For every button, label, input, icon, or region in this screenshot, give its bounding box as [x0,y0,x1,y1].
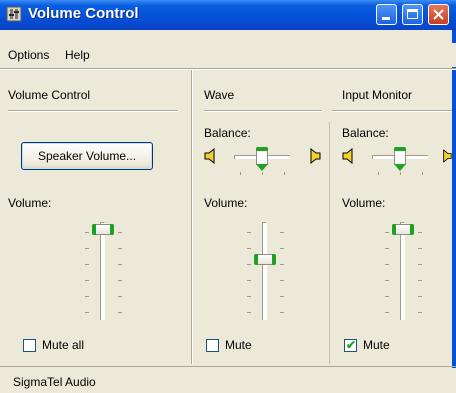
mute-all-checkbox[interactable] [23,339,36,352]
speaker-volume-button[interactable]: Speaker Volume... [21,142,153,170]
wave-mute-label: Mute [225,338,252,352]
slider-tick [385,248,389,249]
slider-tick [118,264,122,265]
input-monitor-balance-pointer [394,164,406,171]
menu-divider-highlight [0,69,456,70]
wave-panel-title: Wave [204,88,235,102]
slider-tick [280,280,284,281]
input-monitor-title-rule-highlight [332,111,452,112]
input-monitor-mute-checkbox[interactable]: ✔ [344,338,357,352]
minimize-button[interactable] [376,4,397,25]
input-monitor-balance-label: Balance: [342,126,389,140]
right-speaker-icon [443,149,452,163]
slider-tick [280,296,284,297]
wave-balance-label: Balance: [204,126,251,140]
minimize-icon [382,17,390,20]
wave-balance-pointer [256,164,268,171]
right-speaker-icon [310,148,321,164]
input-monitor-volume-thumb[interactable] [392,224,414,235]
slider-tick [400,172,401,175]
slider-tick [418,232,422,233]
mute-all-label: Mute all [42,338,85,352]
panel-divider-highlight [192,70,193,364]
channel-divider [329,122,330,364]
slider-tick [85,232,89,233]
slider-tick [247,296,251,297]
close-icon [433,9,444,20]
volume-control-app-icon [6,6,22,22]
input-monitor-balance-thumb[interactable] [394,147,406,165]
slider-tick [280,264,284,265]
wave-volume-track [262,222,267,320]
slider-tick [385,296,389,297]
slider-tick [118,248,122,249]
wave-volume-thumb[interactable] [254,254,276,265]
slider-tick [422,172,423,175]
master-title-rule-highlight [8,111,178,112]
wave-title-rule-highlight [204,111,322,112]
input-monitor-mute-label: Mute [363,338,390,352]
slider-tick [280,248,284,249]
slider-tick [118,232,122,233]
window-border [452,30,456,393]
slider-tick [118,296,122,297]
maximize-button[interactable] [402,4,423,25]
slider-tick [385,264,389,265]
checkmark-icon: ✔ [346,338,357,352]
slider-tick [85,264,89,265]
status-text: SigmaTel Audio [13,375,96,389]
input-monitor-volume-label: Volume: [342,196,386,210]
slider-tick [85,280,89,281]
slider-tick [284,172,285,175]
slider-tick [385,232,389,233]
wave-balance-thumb[interactable] [256,147,268,165]
left-speaker-icon [204,148,215,164]
slider-tick [418,280,422,281]
slider-tick [418,248,422,249]
menu-help[interactable]: Help [65,48,90,62]
slider-tick [247,264,251,265]
slider-tick [378,172,379,175]
slider-tick [247,312,251,313]
slider-tick [247,248,251,249]
slider-tick [418,312,422,313]
maximize-icon [407,9,418,19]
title-bar[interactable]: Volume Control [0,0,456,30]
master-volume-label: Volume: [8,196,52,210]
slider-tick [280,312,284,313]
input-monitor-panel-title: Input Monitor [342,88,413,102]
slider-tick [418,296,422,297]
slider-tick [85,248,89,249]
slider-tick [85,312,89,313]
wave-mute-checkbox[interactable] [206,339,219,352]
slider-tick [240,172,241,175]
status-divider [0,366,456,367]
wave-volume-label: Volume: [204,196,248,210]
window-title: Volume Control [28,5,139,22]
slider-tick [385,312,389,313]
menu-options[interactable]: Options [8,48,49,62]
master-volume-thumb[interactable] [92,224,114,235]
input-monitor-volume-track [400,222,405,320]
slider-tick [418,264,422,265]
slider-tick [385,280,389,281]
left-speaker-icon [342,148,353,164]
master-volume-track [100,222,105,320]
slider-tick [118,280,122,281]
slider-tick [280,232,284,233]
slider-tick [262,172,263,175]
close-button[interactable] [428,4,449,25]
slider-tick [247,280,251,281]
slider-tick [85,296,89,297]
master-panel-title: Volume Control [8,88,91,102]
slider-tick [247,232,251,233]
slider-tick [118,312,122,313]
